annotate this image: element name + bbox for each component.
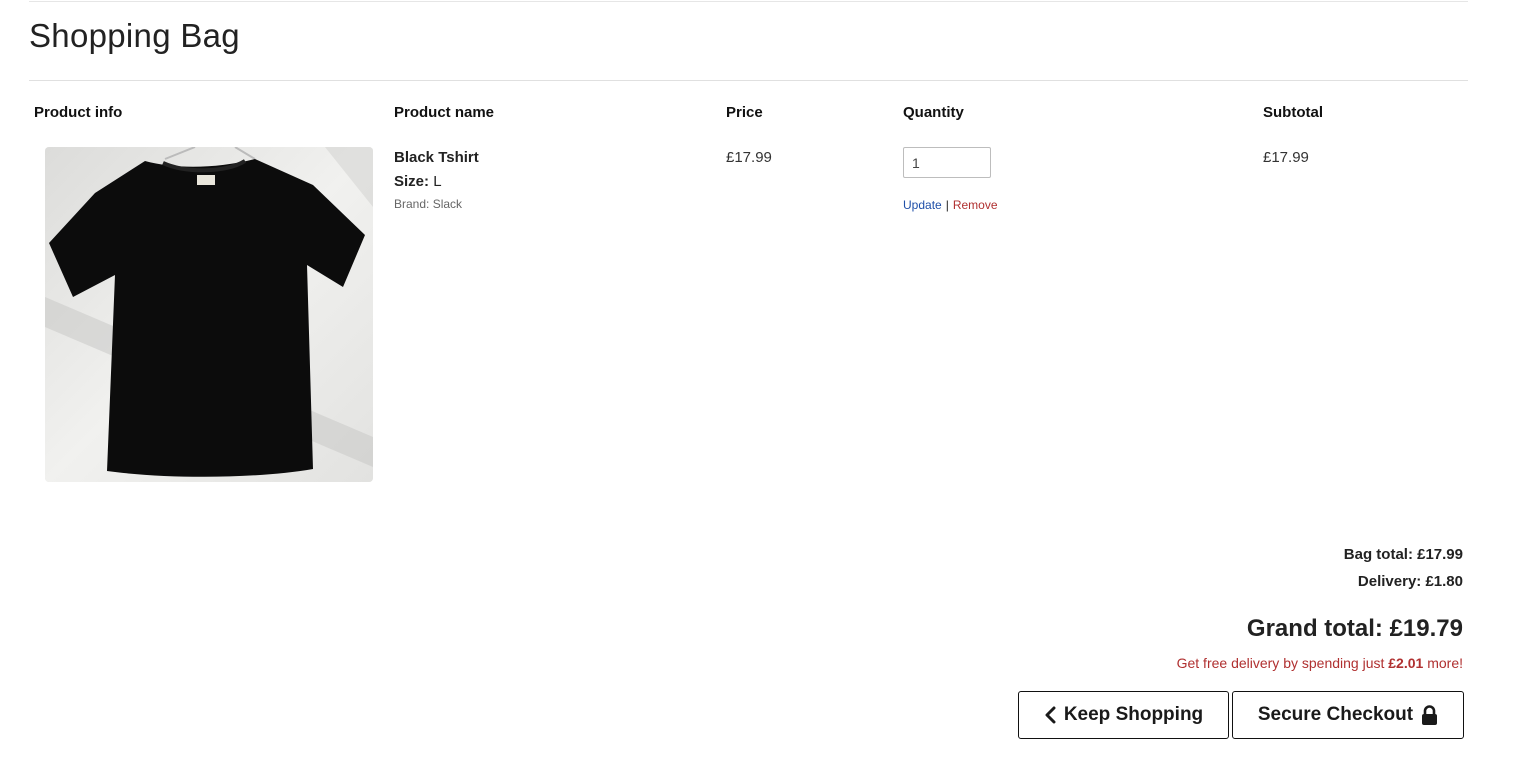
free-delivery-notice: Get free delivery by spending just £2.01… xyxy=(1177,655,1463,671)
remove-link[interactable]: Remove xyxy=(953,198,998,212)
bag-total: Bag total: £17.99 xyxy=(1343,546,1463,563)
product-brand: Brand: Slack xyxy=(394,197,463,211)
action-separator: | xyxy=(945,198,949,212)
delivery-cost: Delivery: £1.80 xyxy=(1357,573,1463,590)
update-link[interactable]: Update xyxy=(903,198,942,212)
subtotal-cell: £17.99 xyxy=(1263,149,1309,166)
keep-shopping-button[interactable]: Keep Shopping xyxy=(1018,691,1229,739)
title-divider xyxy=(29,80,1468,81)
header-subtotal: Subtotal xyxy=(1263,104,1323,121)
product-image xyxy=(45,147,373,482)
free-delivery-suffix: more! xyxy=(1427,655,1463,671)
page-title: Shopping Bag xyxy=(29,17,240,54)
size-label: Size: xyxy=(394,173,430,190)
top-divider xyxy=(29,1,1468,2)
free-delivery-prefix: Get free delivery by spending just xyxy=(1176,655,1385,671)
product-name: Black Tshirt xyxy=(394,149,479,166)
header-product-name: Product name xyxy=(394,104,495,121)
grand-total: Grand total: £19.79 xyxy=(1246,615,1463,642)
product-size: Size: L xyxy=(394,173,442,190)
keep-shopping-label: Keep Shopping xyxy=(1063,704,1204,725)
free-delivery-amount: £2.01 xyxy=(1388,655,1424,671)
price-cell: £17.99 xyxy=(726,149,772,166)
secure-checkout-button[interactable]: Secure Checkout xyxy=(1232,691,1464,739)
quantity-actions: Update | Remove xyxy=(903,198,998,212)
lock-icon xyxy=(1422,705,1438,725)
tshirt-photo-icon xyxy=(45,147,373,482)
chevron-left-icon xyxy=(1045,706,1056,724)
size-value: L xyxy=(433,173,442,190)
header-product-info: Product info xyxy=(34,104,123,121)
header-price: Price xyxy=(726,104,763,121)
header-quantity: Quantity xyxy=(903,104,964,121)
secure-checkout-label: Secure Checkout xyxy=(1257,704,1414,725)
quantity-input[interactable] xyxy=(903,147,991,178)
